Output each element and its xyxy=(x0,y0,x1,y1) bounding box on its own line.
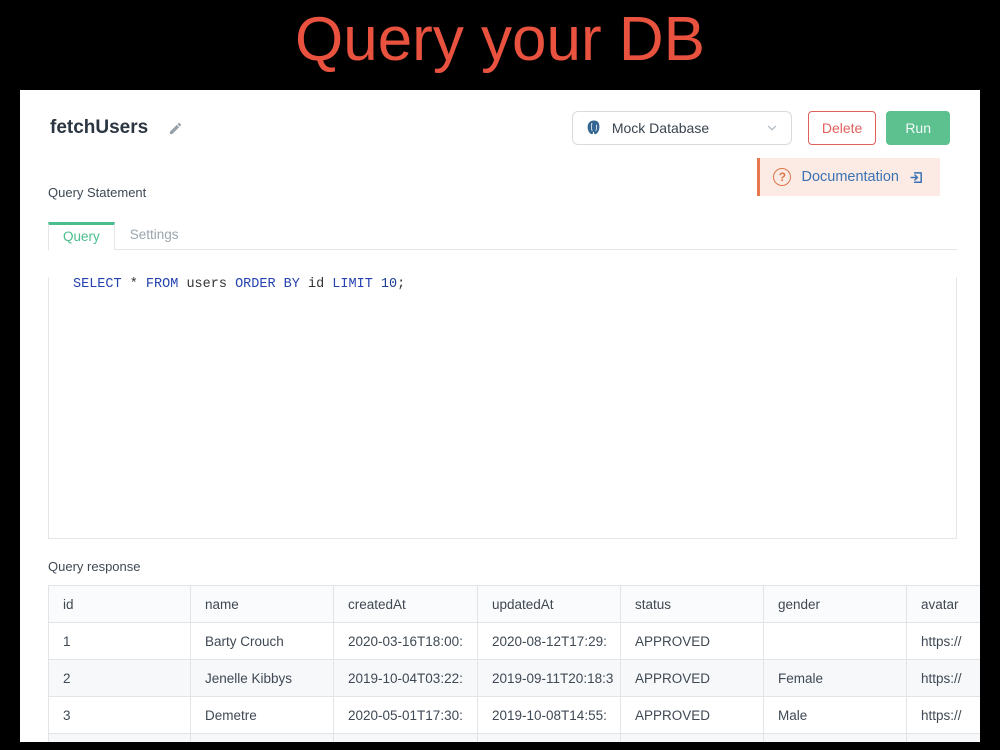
response-table: idnamecreatedAtupdatedAtstatusgenderavat… xyxy=(48,585,980,742)
sql-editor[interactable]: SELECT * FROM users ORDER BY id LIMIT 10… xyxy=(48,277,957,539)
table-cell: 1 xyxy=(49,623,191,660)
column-header-gender: gender xyxy=(764,586,907,623)
table-cell: https:// xyxy=(907,660,981,697)
delete-button[interactable]: Delete xyxy=(808,111,876,145)
sql-code-line[interactable]: SELECT * FROM users ORDER BY id LIMIT 10… xyxy=(73,277,956,292)
table-cell: Female xyxy=(764,660,907,697)
column-header-createdAt: createdAt xyxy=(334,586,478,623)
table-cell: 2019-10-04T03:22: xyxy=(334,660,478,697)
column-header-status: status xyxy=(621,586,764,623)
edit-pencil-icon[interactable] xyxy=(168,121,183,136)
header-controls: Mock Database Delete Run xyxy=(572,111,950,145)
table-cell: Jenelle Kibbys xyxy=(191,660,334,697)
column-header-updatedAt: updatedAt xyxy=(478,586,621,623)
query-panel: fetchUsers Mock Database xyxy=(20,90,980,742)
table-cell: 2019-09-11T20:18:3 xyxy=(478,660,621,697)
table-cell: 2020-08-12T17:29: xyxy=(478,623,621,660)
editor-tabs: Query Settings xyxy=(48,221,957,250)
table-cell: https:// xyxy=(907,697,981,734)
table-cell: 3 xyxy=(49,697,191,734)
chevron-down-icon xyxy=(765,121,779,135)
table-row: 2Jenelle Kibbys2019-10-04T03:22:2019-09-… xyxy=(49,660,981,697)
table-cell: Demetre xyxy=(191,697,334,734)
table-row: 1Barty Crouch2020-03-16T18:00:2020-08-12… xyxy=(49,623,981,660)
database-selector-value: Mock Database xyxy=(612,120,709,136)
table-cell: APPROVED xyxy=(621,734,764,743)
table-cell: 2020-05-01T17:30: xyxy=(334,697,478,734)
table-row: 4Currey2019-12-30T03:54:2020-08-12T17:43… xyxy=(49,734,981,743)
table-header-row: idnamecreatedAtupdatedAtstatusgenderavat… xyxy=(49,586,981,623)
table-cell: 2019-12-30T03:54: xyxy=(334,734,478,743)
table-cell: Female xyxy=(764,734,907,743)
table-cell: 2020-03-16T18:00: xyxy=(334,623,478,660)
table-cell: Barty Crouch xyxy=(191,623,334,660)
column-header-avatar: avatar xyxy=(907,586,981,623)
table-cell: 4 xyxy=(49,734,191,743)
table-cell: https:// xyxy=(907,623,981,660)
table-row: 3Demetre2020-05-01T17:30:2019-10-08T14:5… xyxy=(49,697,981,734)
table-cell: APPROVED xyxy=(621,660,764,697)
page-title: Query your DB xyxy=(0,4,1000,75)
table-cell: 2020-08-12T17:43: xyxy=(478,734,621,743)
query-name: fetchUsers xyxy=(50,117,148,139)
open-doc-icon xyxy=(909,170,924,185)
table-cell: APPROVED xyxy=(621,697,764,734)
tab-settings[interactable]: Settings xyxy=(115,221,194,249)
table-cell: Male xyxy=(764,697,907,734)
table-cell: Currey xyxy=(191,734,334,743)
documentation-link[interactable]: Documentation xyxy=(801,169,899,185)
table-cell: APPROVED xyxy=(621,623,764,660)
response-table-container: idnamecreatedAtupdatedAtstatusgenderavat… xyxy=(48,585,980,742)
query-response-label: Query response xyxy=(48,559,980,574)
column-header-name: name xyxy=(191,586,334,623)
database-selector[interactable]: Mock Database xyxy=(572,111,792,145)
postgres-elephant-icon xyxy=(585,119,603,137)
panel-header: fetchUsers Mock Database xyxy=(20,90,980,145)
column-header-id: id xyxy=(49,586,191,623)
table-cell xyxy=(764,623,907,660)
question-circle-icon: ? xyxy=(773,168,791,186)
tab-query[interactable]: Query xyxy=(48,222,115,250)
query-name-wrap: fetchUsers xyxy=(50,117,183,139)
table-cell: https:// xyxy=(907,734,981,743)
table-cell: 2019-10-08T14:55: xyxy=(478,697,621,734)
table-cell: 2 xyxy=(49,660,191,697)
run-button[interactable]: Run xyxy=(886,111,950,145)
documentation-banner[interactable]: ? Documentation xyxy=(757,158,940,196)
